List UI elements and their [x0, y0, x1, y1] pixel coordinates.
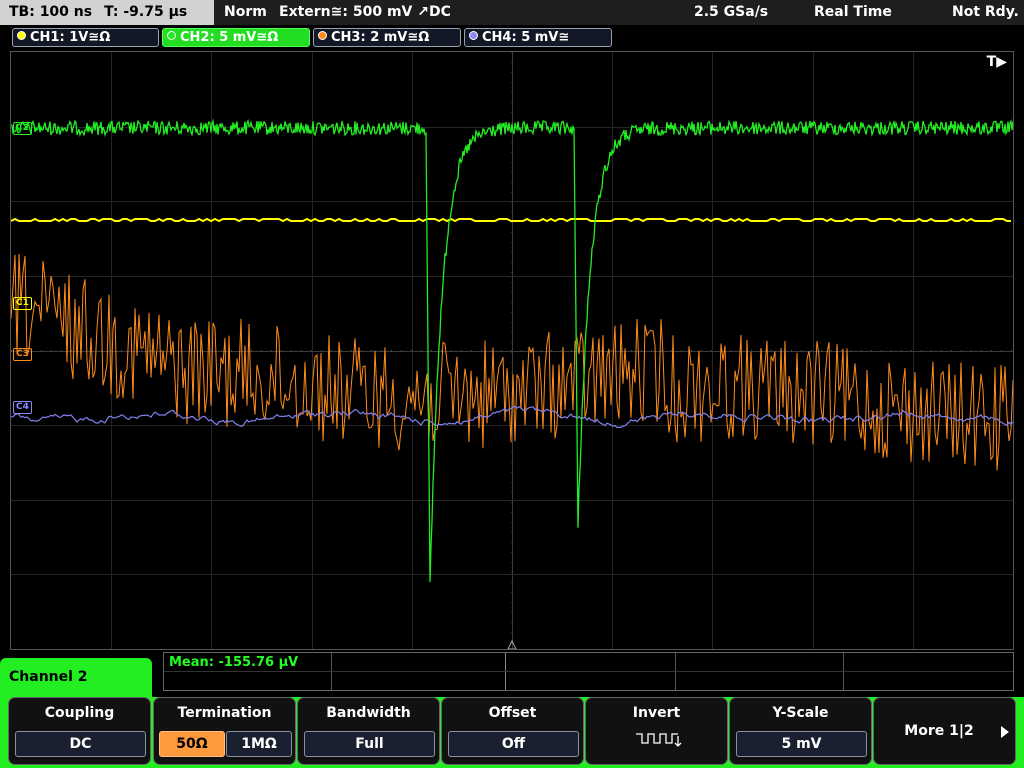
bandwidth-softkey[interactable]: Bandwidth Full — [297, 697, 440, 765]
ch1-offset-marker[interactable]: C1 — [13, 297, 32, 310]
measurement-bar[interactable]: Mean: -155.76 µV — [163, 652, 1014, 691]
ch4-label: CH4: 5 mV≅ — [482, 30, 570, 45]
timebase-box[interactable]: TB: 100 ns T: -9.75 µs — [0, 0, 214, 25]
coupling-title: Coupling — [44, 705, 115, 721]
ch1-color-dot-icon — [17, 31, 26, 40]
acquisition-mode[interactable]: Real Time — [814, 0, 892, 25]
ch2-offset-marker[interactable]: C2 — [13, 122, 32, 135]
ch4-offset-marker[interactable]: C4 — [13, 401, 32, 414]
square-wave-icon — [636, 733, 682, 747]
trigger-mode[interactable]: Norm — [224, 0, 267, 25]
ch3-offset-marker[interactable]: C3 — [13, 348, 32, 361]
offset-title: Offset — [488, 705, 537, 721]
more-label: More 1|2 — [904, 723, 974, 739]
coupling-softkey[interactable]: Coupling DC — [8, 697, 151, 765]
termination-1mohm-option[interactable]: 1MΩ — [226, 731, 292, 757]
termination-softkey[interactable]: Termination 50Ω 1MΩ — [153, 697, 296, 765]
more-softkey[interactable]: More 1|2 — [873, 697, 1016, 765]
channel-tab-ch2[interactable]: CH2: 5 mV≅Ω — [162, 28, 310, 47]
ch2-color-dot-icon — [167, 31, 176, 40]
offset-value[interactable]: Off — [448, 731, 579, 757]
invert-title: Invert — [632, 705, 681, 721]
graticule-grid — [11, 52, 1013, 649]
yscale-value[interactable]: 5 mV — [736, 731, 867, 757]
mean-measurement: Mean: -155.76 µV — [169, 655, 299, 670]
ch1-label: CH1: 1V≅Ω — [30, 30, 111, 45]
trigger-time-value: T: -9.75 µs — [104, 4, 188, 20]
offset-softkey[interactable]: Offset Off — [441, 697, 584, 765]
coupling-value[interactable]: DC — [15, 731, 146, 757]
trigger-source[interactable]: Extern≅: 500 mV ↗DC — [279, 0, 451, 25]
bandwidth-title: Bandwidth — [326, 705, 411, 721]
ch4-color-dot-icon — [469, 31, 478, 40]
yscale-title: Y-Scale — [772, 705, 829, 721]
ch3-label: CH3: 2 mV≅Ω — [331, 30, 430, 45]
waveform-canvas — [11, 52, 1013, 649]
termination-50ohm-option[interactable]: 50Ω — [159, 731, 225, 757]
ch3-color-dot-icon — [318, 31, 327, 40]
yscale-softkey[interactable]: Y-Scale 5 mV — [729, 697, 872, 765]
ch2-label: CH2: 5 mV≅Ω — [180, 30, 279, 45]
termination-title: Termination — [177, 705, 272, 721]
timebase-value: TB: 100 ns — [9, 4, 93, 20]
invert-softkey[interactable]: Invert — [585, 697, 728, 765]
acquisition-status: Not Rdy. — [952, 4, 1019, 20]
channel-tab-ch3[interactable]: CH3: 2 mV≅Ω — [313, 28, 461, 47]
channel-tab-ch1[interactable]: CH1: 1V≅Ω — [12, 28, 159, 47]
arrow-right-icon — [1001, 726, 1009, 738]
bandwidth-value[interactable]: Full — [304, 731, 435, 757]
trigger-marker: T▶ — [986, 54, 1007, 70]
meas-divider — [164, 671, 1013, 672]
channel-menu-tab[interactable]: Channel 2 — [0, 658, 152, 698]
ch1-trace — [11, 217, 1011, 223]
sample-rate[interactable]: 2.5 GSa/s — [694, 0, 768, 25]
channel-tab-ch4[interactable]: CH4: 5 mV≅ — [464, 28, 612, 47]
waveform-display[interactable]: T▶ C2 C1 C3 C4 — [10, 51, 1014, 650]
